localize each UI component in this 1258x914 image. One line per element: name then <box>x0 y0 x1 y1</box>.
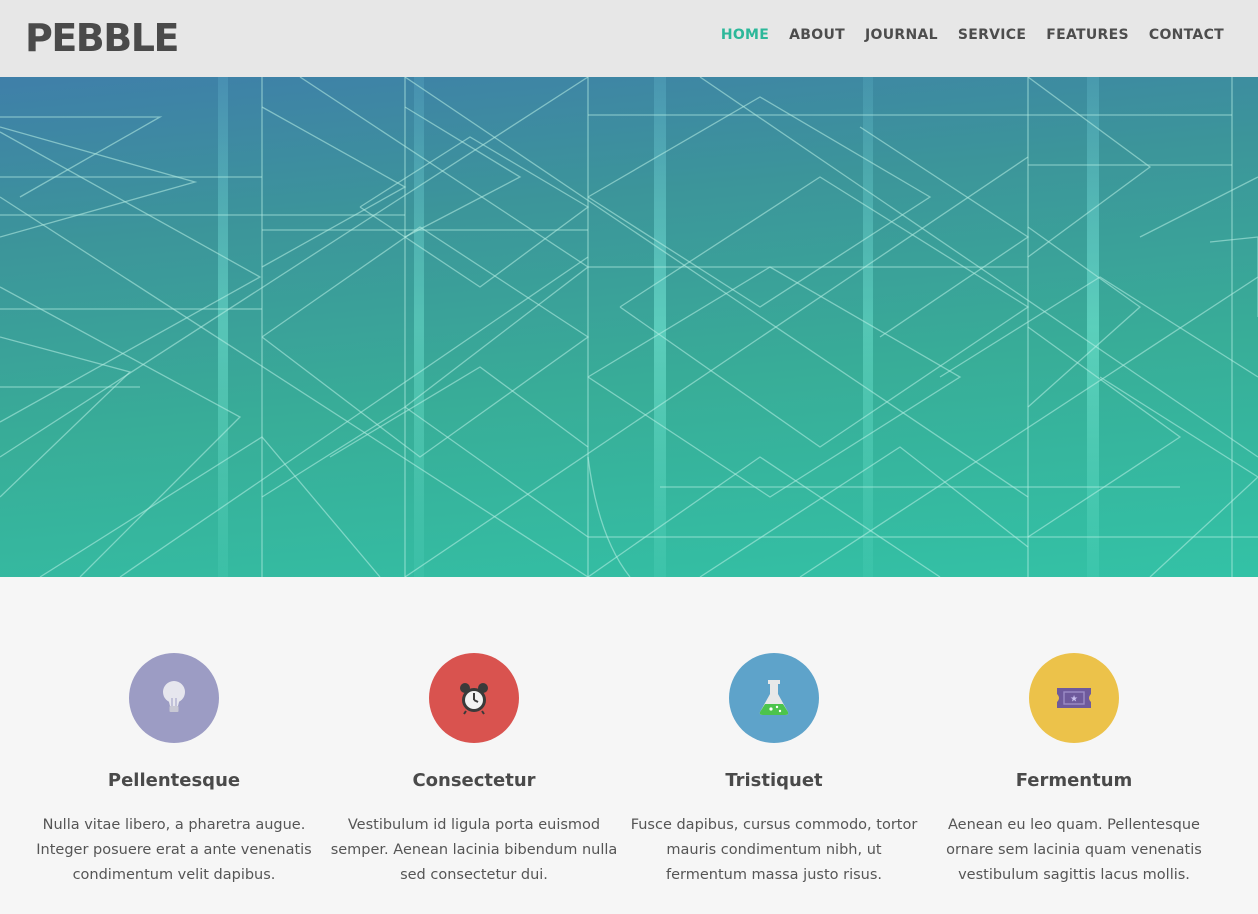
feature-card: Pellentesque Nulla vitae libero, a phare… <box>24 653 324 888</box>
feature-icon-circle: ★ <box>1029 653 1119 743</box>
feature-text: Nulla vitae libero, a pharetra augue. In… <box>36 817 312 883</box>
feature-title: Pellentesque <box>107 770 241 791</box>
lightbulb-icon <box>163 681 185 712</box>
hero-banner <box>0 77 1258 577</box>
feature-card: Consectetur Vestibulum id ligula porta e… <box>324 653 624 888</box>
features-section: Pellentesque Nulla vitae libero, a phare… <box>0 577 1258 914</box>
feature-title: Consectetur <box>412 770 536 791</box>
feature-title: Tristiquet <box>725 770 823 791</box>
feature-card: Tristiquet Fusce dapibus, cursus commodo… <box>624 653 924 888</box>
main-nav: HOME ABOUT JOURNAL SERVICE FEATURES CONT… <box>701 24 1224 46</box>
feature-text: Fusce dapibus, cursus commodo, tortor ma… <box>630 817 918 883</box>
svg-text:★: ★ <box>1070 695 1078 705</box>
hero-pattern <box>0 77 1258 577</box>
nav-journal[interactable]: JOURNAL <box>865 24 938 46</box>
feature-text: Aenean eu leo quam. Pellentesque ornare … <box>946 817 1202 883</box>
nav-contact[interactable]: CONTACT <box>1149 24 1224 46</box>
ticket-icon: ★ <box>1057 688 1091 708</box>
nav-features[interactable]: FEATURES <box>1046 24 1129 46</box>
feature-icon-circle <box>429 653 519 743</box>
nav-home[interactable]: HOME <box>721 24 769 46</box>
feature-icon-circle <box>729 653 819 743</box>
feature-text: Vestibulum id ligula porta euismod sempe… <box>330 817 618 883</box>
nav-service[interactable]: SERVICE <box>958 24 1026 46</box>
site-header: PEBBLE HOME ABOUT JOURNAL SERVICE FEATUR… <box>0 0 1258 77</box>
feature-title: Fermentum <box>1015 770 1133 791</box>
feature-icon-circle <box>129 653 219 743</box>
nav-about[interactable]: ABOUT <box>789 24 845 46</box>
flask-icon <box>759 680 789 715</box>
feature-card: ★ Fermentum Aenean eu leo quam. Pellente… <box>924 653 1224 888</box>
logo[interactable]: PEBBLE <box>25 14 179 62</box>
alarm-clock-icon <box>460 683 488 715</box>
